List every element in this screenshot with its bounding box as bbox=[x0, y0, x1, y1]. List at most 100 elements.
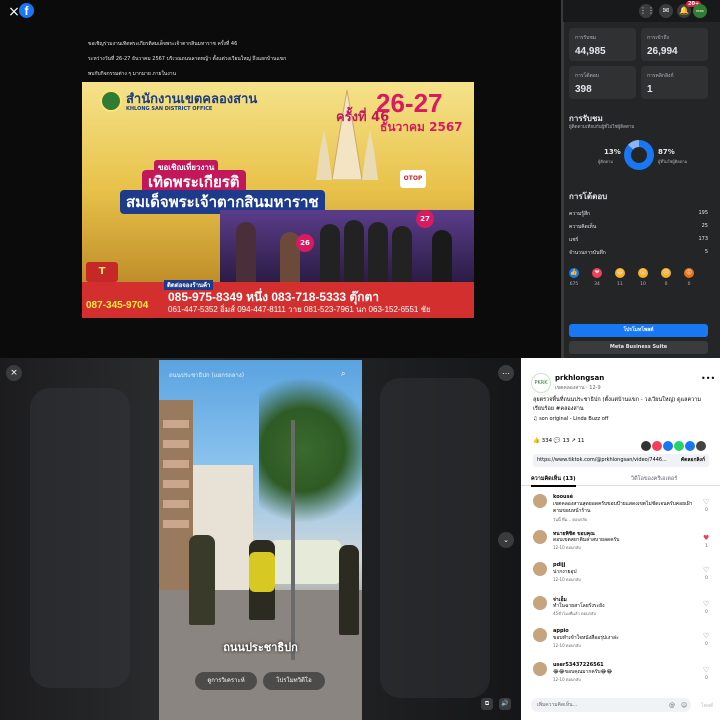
heart-icon[interactable]: ♡ bbox=[703, 498, 709, 506]
sponsor-logo: T bbox=[86, 262, 118, 282]
reaction-count: 10 bbox=[640, 282, 646, 287]
share-option-icon[interactable] bbox=[674, 441, 684, 451]
comment-text: น่ากงายอุป bbox=[553, 569, 577, 575]
share-option-icon[interactable] bbox=[641, 441, 651, 451]
banner-dates: 26-27 bbox=[376, 88, 443, 118]
commenter-avatar[interactable] bbox=[533, 596, 547, 610]
heart-icon[interactable]: ♡ bbox=[703, 632, 709, 640]
reaction-count: 34 bbox=[594, 282, 600, 287]
copy-link-button[interactable]: คัดลอกลิงก์ bbox=[681, 454, 705, 467]
heart-icon[interactable]: ♡ bbox=[703, 566, 709, 574]
heart-icon[interactable]: ♡ bbox=[703, 666, 709, 674]
banner-office-en: KHLONG SAN DISTRICT OFFICE bbox=[126, 106, 213, 112]
engagement-stats[interactable]: 👍 334 💬 13 ↗ 11 bbox=[533, 438, 585, 444]
comment-input[interactable]: เพิ่มความคิดเห็น... bbox=[531, 698, 691, 712]
commenter-name[interactable]: user53437226561 bbox=[553, 662, 604, 668]
promote-post-button[interactable]: โปรโมทโพสต์ bbox=[569, 324, 708, 337]
comment-text: 😂😂ขอบคุณมากครับ😂😂 bbox=[553, 669, 613, 675]
messenger-icon[interactable]: ✉ bbox=[659, 4, 673, 18]
followers-percent: 13% bbox=[604, 148, 621, 156]
author-name[interactable]: prkhlongsan bbox=[555, 374, 604, 382]
vehicle bbox=[271, 540, 341, 584]
engagement-row-value: 5 bbox=[704, 249, 708, 255]
close-icon[interactable]: × bbox=[6, 365, 22, 381]
comment-text: ทำในฉายสาโลยรั่งระยัง bbox=[553, 603, 605, 609]
commenter-avatar[interactable] bbox=[533, 530, 547, 544]
heart-icon[interactable]: ♥ bbox=[703, 534, 709, 542]
comment-text: ดอบเขตสยาติมล่าสบายลดครับ bbox=[553, 537, 620, 543]
meta-business-suite-button[interactable]: Meta Business Suite bbox=[569, 341, 708, 354]
day-badge-26: 26 bbox=[296, 234, 314, 252]
performer bbox=[392, 226, 412, 282]
video-link-box: https://www.tiktok.com/@prkhlongsan/vide… bbox=[533, 454, 709, 467]
comment-like-count: 0 bbox=[705, 642, 708, 647]
comment-text: ขอบทำเข้าใจหนังสืออรุ่ปเงาล่ะ bbox=[553, 635, 619, 641]
comment-meta[interactable]: 12-10 ตอบกลับ bbox=[553, 576, 581, 583]
person-vest bbox=[249, 552, 275, 592]
banner-month: ธันวาคม 2567 bbox=[380, 120, 463, 134]
chevron-down-icon[interactable]: ⌄ bbox=[498, 532, 514, 548]
share-option-icon[interactable] bbox=[652, 441, 662, 451]
reaction-icon: 👍 bbox=[569, 268, 579, 278]
share-option-icon[interactable] bbox=[696, 441, 706, 451]
emoji-icon[interactable]: ☺ bbox=[681, 702, 687, 709]
commenter-avatar[interactable] bbox=[533, 628, 547, 642]
more-options-icon[interactable]: … bbox=[498, 365, 514, 381]
stat-label: การโต้ตอบ bbox=[575, 73, 599, 79]
temple-icon bbox=[316, 90, 378, 180]
event-banner-image[interactable]: สำนักงานเขตคลองสาน KHLONG SAN DISTRICT O… bbox=[82, 82, 474, 318]
view-insights-button[interactable]: ดูการวิเคราะห์ bbox=[195, 672, 257, 690]
music-label[interactable]: ♫ son original - Linda Buzz off bbox=[533, 416, 608, 422]
tab-comments[interactable]: ความคิดเห็น (13) bbox=[531, 475, 576, 487]
comment-meta[interactable]: 12-10 ตอบกลับ bbox=[553, 642, 581, 649]
promote-video-button[interactable]: โปรโมทวิดีโอ bbox=[263, 672, 325, 690]
stat-label: การรับชม bbox=[575, 35, 597, 41]
more-options-icon[interactable]: ••• bbox=[701, 374, 715, 383]
comment-like-count: 0 bbox=[705, 508, 708, 513]
menu-grid-icon[interactable]: ⋮⋮ bbox=[639, 4, 655, 18]
share-icons bbox=[641, 436, 707, 455]
comment-meta[interactable]: 45ชั่วโมงที่แล้ว ตอบกลับ bbox=[553, 610, 596, 617]
post-line: พบกับกิจกรรมต่าง ๆ มากมาย ภายในงาน bbox=[88, 71, 176, 77]
stat-value: 1 bbox=[647, 84, 653, 95]
stat-value: 44,985 bbox=[575, 46, 606, 57]
post-comment-button[interactable]: โพสต์ bbox=[701, 702, 713, 710]
engagement-row-label: ความรู้สึก bbox=[569, 211, 591, 217]
commenter-avatar[interactable] bbox=[533, 562, 547, 576]
heart-icon[interactable]: ♡ bbox=[703, 600, 709, 608]
author-avatar[interactable]: PKRK bbox=[531, 373, 551, 393]
comment-like-count: 0 bbox=[705, 576, 708, 581]
stat-card-link-clicks: การคลิกลิงก์ 1 bbox=[641, 66, 708, 99]
video-player[interactable]: ถนนประชาธิปก (แยกรถลาง) ⌕ ถนนประชาธิปก ด… bbox=[159, 360, 362, 720]
comment-meta[interactable]: 12-10 ตอบกลับ bbox=[553, 676, 581, 683]
comment-meta[interactable]: 12-10 ตอบกลับ bbox=[553, 544, 581, 551]
video-details-panel: PKRK prkhlongsan เขตคลองสาน · 12-9 ••• ล… bbox=[521, 358, 720, 720]
commenter-name[interactable]: appio bbox=[553, 628, 569, 634]
engagement-row-value: 173 bbox=[698, 236, 708, 242]
share-option-icon[interactable] bbox=[685, 441, 695, 451]
video-link: https://www.tiktok.com/@prkhlongsan/vide… bbox=[537, 457, 667, 463]
comments-tabs: ความคิดเห็น (13) วิดีโอของครีเอเตอร์ bbox=[521, 472, 720, 487]
tab-creator-videos[interactable]: วิดีโอของครีเอเตอร์ bbox=[631, 475, 677, 483]
reaction-count: 11 bbox=[617, 282, 623, 287]
commenter-name[interactable]: pdijj bbox=[553, 562, 565, 568]
mention-icon[interactable]: @ bbox=[669, 702, 675, 709]
commenter-avatar[interactable] bbox=[533, 494, 547, 508]
comment-meta[interactable]: วันนี้ ที่ม... ตอบกลับ bbox=[553, 516, 587, 523]
reaction-icon: 😡 bbox=[684, 268, 694, 278]
search-icon[interactable]: ⌕ bbox=[341, 369, 345, 379]
facebook-logo-icon[interactable]: f bbox=[19, 3, 34, 18]
stat-value: 398 bbox=[575, 84, 592, 95]
share-option-icon[interactable] bbox=[663, 441, 673, 451]
commenter-avatar[interactable] bbox=[533, 662, 547, 676]
stat-label: การเข้าถึง bbox=[647, 35, 669, 41]
performer bbox=[368, 222, 388, 282]
stat-card-engagement: การโต้ตอบ 398 bbox=[569, 66, 636, 99]
profile-avatar[interactable]: PKRK bbox=[693, 4, 707, 18]
picture-in-picture-icon[interactable]: ⧉ bbox=[481, 698, 493, 710]
commenter-name[interactable]: koousé bbox=[553, 494, 573, 500]
video-viewer-window: × … ⌄ ถนนประชาธิปก (แยกรถลาง) ⌕ ถนนประชา… bbox=[0, 358, 720, 720]
building-window bbox=[163, 480, 189, 488]
volume-icon[interactable]: 🔊 bbox=[499, 698, 511, 710]
reaction-count: 0 bbox=[687, 282, 691, 287]
